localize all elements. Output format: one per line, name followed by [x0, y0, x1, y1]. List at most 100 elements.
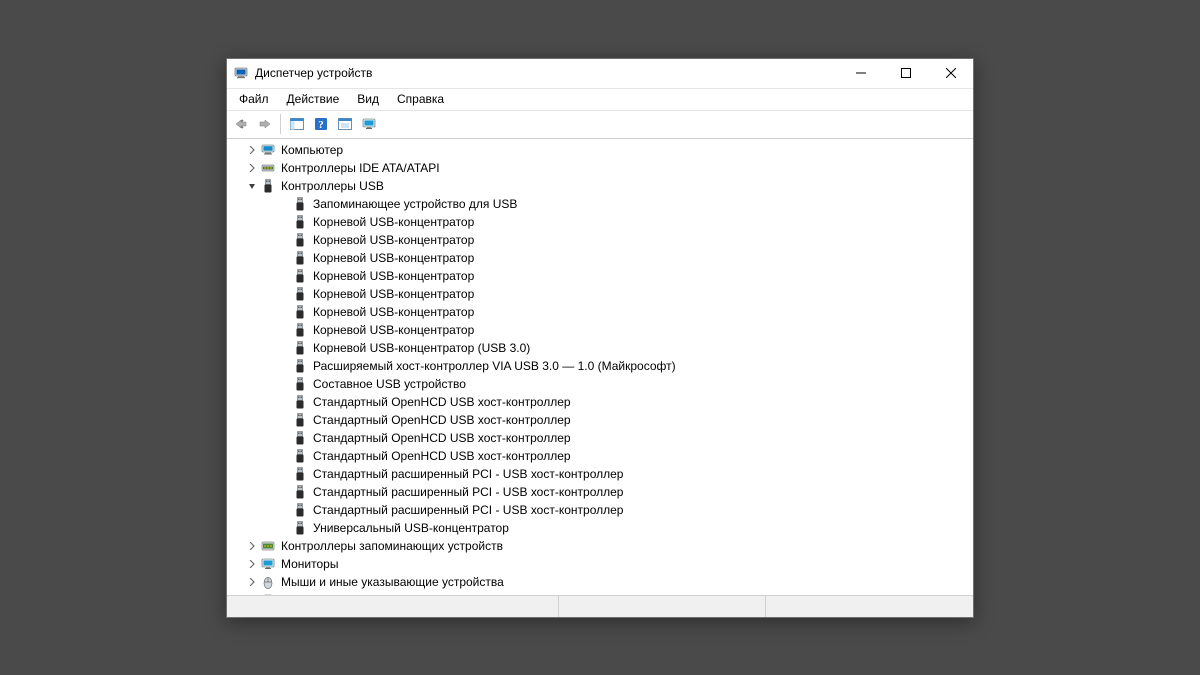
tree-label: Стандартный OpenHCD USB хост-контроллер [311, 431, 573, 445]
expander-expanded-icon[interactable] [245, 182, 259, 190]
tree-node-usb-device[interactable]: Составное USB устройство [231, 375, 973, 393]
minimize-icon [856, 68, 866, 78]
storage-controller-icon [260, 538, 276, 554]
svg-text:?: ? [318, 119, 324, 131]
back-button[interactable] [229, 113, 252, 135]
usb-icon [260, 178, 276, 194]
tree-node-usb-device[interactable]: Стандартный расширенный PCI - USB хост-к… [231, 465, 973, 483]
window-controls [838, 59, 973, 88]
tree-label: Корневой USB-концентратор [311, 233, 476, 247]
tree-label: Корневой USB-концентратор [311, 269, 476, 283]
tree-label: Стандартный расширенный PCI - USB хост-к… [311, 467, 625, 481]
usb-icon [292, 322, 308, 338]
show-monitors-button[interactable] [357, 113, 380, 135]
tree-node-computer[interactable]: Компьютер [231, 141, 973, 159]
tree-label: Контроллеры запоминающих устройств [279, 539, 505, 553]
statusbar [227, 595, 973, 617]
tree-label: Стандартный расширенный PCI - USB хост-к… [311, 503, 625, 517]
forward-button[interactable] [253, 113, 276, 135]
tree-label: Мониторы [279, 557, 340, 571]
tree-label: Корневой USB-концентратор [311, 215, 476, 229]
tree-label: Корневой USB-концентратор [311, 305, 476, 319]
tree-node-usb-device[interactable]: Стандартный OpenHCD USB хост-контроллер [231, 393, 973, 411]
tree-label: Контроллеры IDE ATA/ATAPI [279, 161, 442, 175]
tree-node-storage-controllers[interactable]: Контроллеры запоминающих устройств [231, 537, 973, 555]
usb-icon [292, 196, 308, 212]
tree-node-usb-device[interactable]: Корневой USB-концентратор [231, 267, 973, 285]
close-icon [946, 68, 956, 78]
tree-node-usb-device[interactable]: Стандартный OpenHCD USB хост-контроллер [231, 411, 973, 429]
tree-label: Стандартный OpenHCD USB хост-контроллер [311, 413, 573, 427]
show-hide-tree-button[interactable] [285, 113, 308, 135]
tree-node-usb-device[interactable]: Запоминающее устройство для USB [231, 195, 973, 213]
tree-node-usb-device[interactable]: Корневой USB-концентратор [231, 231, 973, 249]
device-tree[interactable]: Компьютер Контроллеры IDE ATA/ATAPI [227, 140, 973, 595]
tree-label: Запоминающее устройство для USB [311, 197, 519, 211]
tree-node-usb-device[interactable]: Корневой USB-концентратор (USB 3.0) [231, 339, 973, 357]
tree-label: Мыши и иные указывающие устройства [279, 575, 506, 589]
usb-icon [292, 466, 308, 482]
maximize-button[interactable] [883, 59, 928, 88]
usb-icon [292, 268, 308, 284]
arrow-left-icon [233, 116, 249, 132]
scan-hw-button[interactable] [333, 113, 356, 135]
toolbar: ? [227, 111, 973, 139]
usb-icon [292, 430, 308, 446]
usb-icon [292, 286, 308, 302]
expander-collapsed-icon[interactable] [245, 542, 259, 550]
tree-pane-icon [289, 116, 305, 132]
content-area: Компьютер Контроллеры IDE ATA/ATAPI [227, 139, 973, 595]
tree-node-usb-device[interactable]: Стандартный расширенный PCI - USB хост-к… [231, 501, 973, 519]
titlebar[interactable]: Диспетчер устройств [227, 59, 973, 89]
tree-node-usb-device[interactable]: Стандартный расширенный PCI - USB хост-к… [231, 483, 973, 501]
monitor-icon [260, 556, 276, 572]
usb-icon [292, 394, 308, 410]
usb-icon [292, 232, 308, 248]
tree-node-usb-device[interactable]: Корневой USB-концентратор [231, 213, 973, 231]
tree-node-monitors[interactable]: Мониторы [231, 555, 973, 573]
help-button[interactable]: ? [309, 113, 332, 135]
usb-icon [292, 520, 308, 536]
ide-controller-icon [260, 160, 276, 176]
usb-icon [292, 412, 308, 428]
computer-icon [260, 142, 276, 158]
tree-node-ide[interactable]: Контроллеры IDE ATA/ATAPI [231, 159, 973, 177]
tree-label: Компьютер [279, 143, 345, 157]
tree-node-usb-device[interactable]: Стандартный OpenHCD USB хост-контроллер [231, 429, 973, 447]
tree-node-usb-controllers[interactable]: Контроллеры USB [231, 177, 973, 195]
menu-action[interactable]: Действие [279, 90, 348, 108]
tree-node-usb-device[interactable]: Универсальный USB-концентратор [231, 519, 973, 537]
tree-label: Корневой USB-концентратор [311, 323, 476, 337]
arrow-right-icon [257, 116, 273, 132]
tree-node-usb-device[interactable]: Корневой USB-концентратор [231, 249, 973, 267]
expander-collapsed-icon[interactable] [245, 164, 259, 172]
expander-collapsed-icon[interactable] [245, 560, 259, 568]
expander-collapsed-icon[interactable] [245, 578, 259, 586]
status-cell [227, 596, 559, 617]
usb-icon [292, 304, 308, 320]
tree-node-usb-device[interactable]: Корневой USB-концентратор [231, 303, 973, 321]
help-icon: ? [313, 116, 329, 132]
menu-view[interactable]: Вид [349, 90, 387, 108]
usb-icon [292, 448, 308, 464]
minimize-button[interactable] [838, 59, 883, 88]
expander-collapsed-icon[interactable] [245, 146, 259, 154]
tree-label: Контроллеры USB [279, 179, 386, 193]
tree-label: Стандартный OpenHCD USB хост-контроллер [311, 395, 573, 409]
usb-icon [292, 340, 308, 356]
menu-file[interactable]: Файл [231, 90, 277, 108]
tree-label: Расширяемый хост-контроллер VIA USB 3.0 … [311, 359, 678, 373]
tree-node-usb-device[interactable]: Стандартный OpenHCD USB хост-контроллер [231, 447, 973, 465]
tree-label: Корневой USB-концентратор (USB 3.0) [311, 341, 532, 355]
toolbar-separator [280, 114, 281, 134]
tree-label: Составное USB устройство [311, 377, 468, 391]
tree-node-usb-device[interactable]: Корневой USB-концентратор [231, 321, 973, 339]
tree-node-mice[interactable]: Мыши и иные указывающие устройства [231, 573, 973, 591]
tree-node-usb-device[interactable]: Корневой USB-концентратор [231, 285, 973, 303]
menu-help[interactable]: Справка [389, 90, 452, 108]
usb-icon [292, 358, 308, 374]
tree-label: Корневой USB-концентратор [311, 251, 476, 265]
maximize-icon [901, 68, 911, 78]
close-button[interactable] [928, 59, 973, 88]
tree-node-usb-device[interactable]: Расширяемый хост-контроллер VIA USB 3.0 … [231, 357, 973, 375]
